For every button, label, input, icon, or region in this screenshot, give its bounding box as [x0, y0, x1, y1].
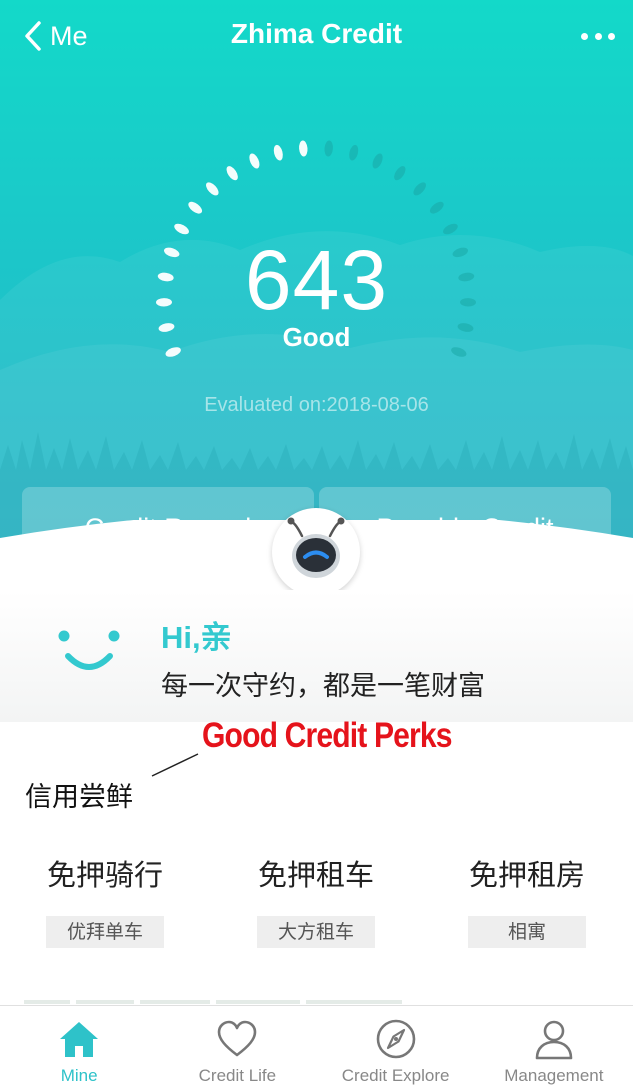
perk-title: 免押骑行 — [46, 858, 163, 892]
perk-tag: 优拜单车 — [46, 916, 164, 948]
tab-label: Credit Explore — [341, 1066, 450, 1085]
gauge-tick-filled — [249, 153, 260, 169]
tab-label: Management — [504, 1066, 604, 1085]
person-icon — [535, 1020, 573, 1060]
bottom-tab-bar: Mine Credit Life Credit Explore Manageme… — [0, 1005, 633, 1090]
assistant-robot-avatar[interactable] — [272, 508, 360, 596]
compass-icon — [376, 1019, 415, 1059]
gauge-tick-empty — [324, 140, 333, 157]
greeting-message: 每一次守约，都是一笔财富 — [161, 671, 485, 702]
gauge-tick-filled — [226, 166, 238, 181]
greeting-title: Hi,亲 — [161, 620, 232, 655]
tab-management[interactable]: Management — [475, 1006, 633, 1090]
credit-score-header: Me Zhima Credit 643 Good Evaluated on:20… — [0, 0, 633, 575]
heart-icon — [218, 1020, 257, 1057]
score-gauge — [156, 140, 476, 357]
gauge-tick-empty — [372, 153, 383, 169]
home-icon — [60, 1022, 99, 1057]
section-label: 信用尝鲜 — [25, 782, 133, 813]
perk-item[interactable]: 免押骑行 优拜单车 — [10, 852, 200, 948]
perk-tag: 相寓 — [468, 916, 586, 948]
perk-tag: 大方租车 — [257, 916, 375, 948]
perk-title: 免押租车 — [257, 858, 374, 892]
gauge-tick-empty — [429, 201, 444, 214]
gauge-tick-empty — [349, 144, 359, 161]
tab-credit-life[interactable]: Credit Life — [158, 1006, 316, 1090]
tab-label: Credit Life — [198, 1066, 277, 1085]
perk-title: 免押租房 — [468, 858, 585, 892]
gauge-tick-empty — [394, 166, 406, 181]
annotation-title: Good Credit Perks — [202, 716, 453, 755]
gauge-tick-filled — [188, 201, 203, 214]
tab-label: Mine — [60, 1066, 98, 1085]
tab-mine[interactable]: Mine — [0, 1006, 158, 1090]
gauge-tick-filled — [299, 140, 308, 157]
robot-icon — [287, 517, 345, 578]
perk-item[interactable]: 免押租车 大方租车 — [221, 852, 411, 948]
smiley-icon — [58, 630, 120, 670]
annotation-pointer-line — [151, 753, 199, 777]
tab-credit-explore[interactable]: Credit Explore — [317, 1006, 475, 1090]
gauge-tick-empty — [413, 182, 426, 196]
credit-score-level: Good — [282, 322, 351, 352]
gauge-tick-filled — [206, 182, 219, 196]
credit-score-value: 643 — [244, 233, 389, 327]
evaluated-date: Evaluated on:2018-08-06 — [204, 394, 429, 416]
gauge-tick-filled — [273, 144, 283, 161]
perk-item[interactable]: 免押租房 相寓 — [432, 852, 622, 948]
